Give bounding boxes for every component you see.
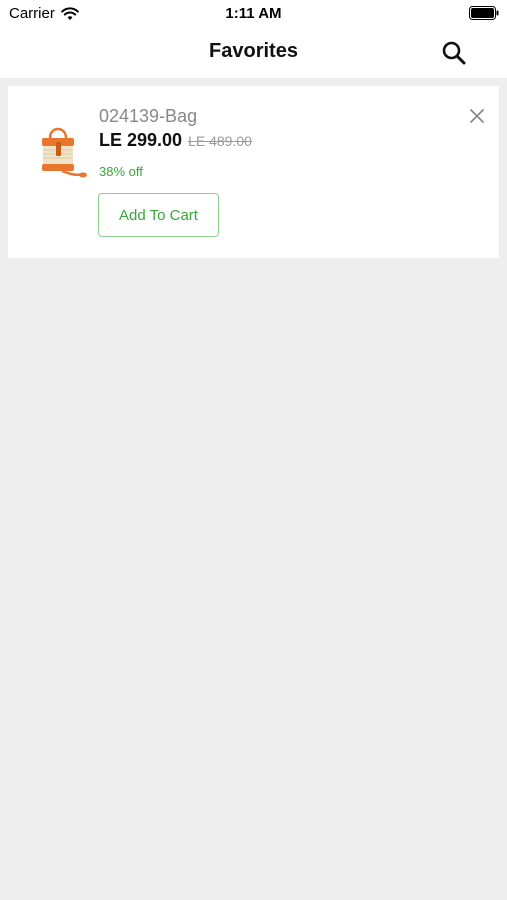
status-time: 1:11 AM [225, 5, 282, 22]
close-icon[interactable] [469, 108, 485, 124]
favorite-item-card: 024139-Bag LE 299.00 LE 489.00 38% off A… [8, 86, 499, 258]
search-icon[interactable] [441, 40, 467, 66]
discount-label: 38% off [99, 164, 143, 179]
status-bar: Carrier 1:11 AM [0, 0, 507, 28]
bag-thumbnail[interactable] [36, 116, 88, 182]
add-to-cart-button[interactable]: Add To Cart [98, 193, 219, 237]
product-name[interactable]: 024139-Bag [99, 106, 197, 127]
price-row: LE 299.00 LE 489.00 [99, 130, 252, 151]
current-price: LE 299.00 [99, 130, 183, 150]
page-title: Favorites [209, 40, 298, 62]
favorites-list: 024139-Bag LE 299.00 LE 489.00 38% off A… [8, 86, 499, 258]
original-price: LE 489.00 [188, 133, 252, 149]
battery-icon [469, 6, 499, 20]
navigation-bar: Favorites [0, 28, 507, 78]
